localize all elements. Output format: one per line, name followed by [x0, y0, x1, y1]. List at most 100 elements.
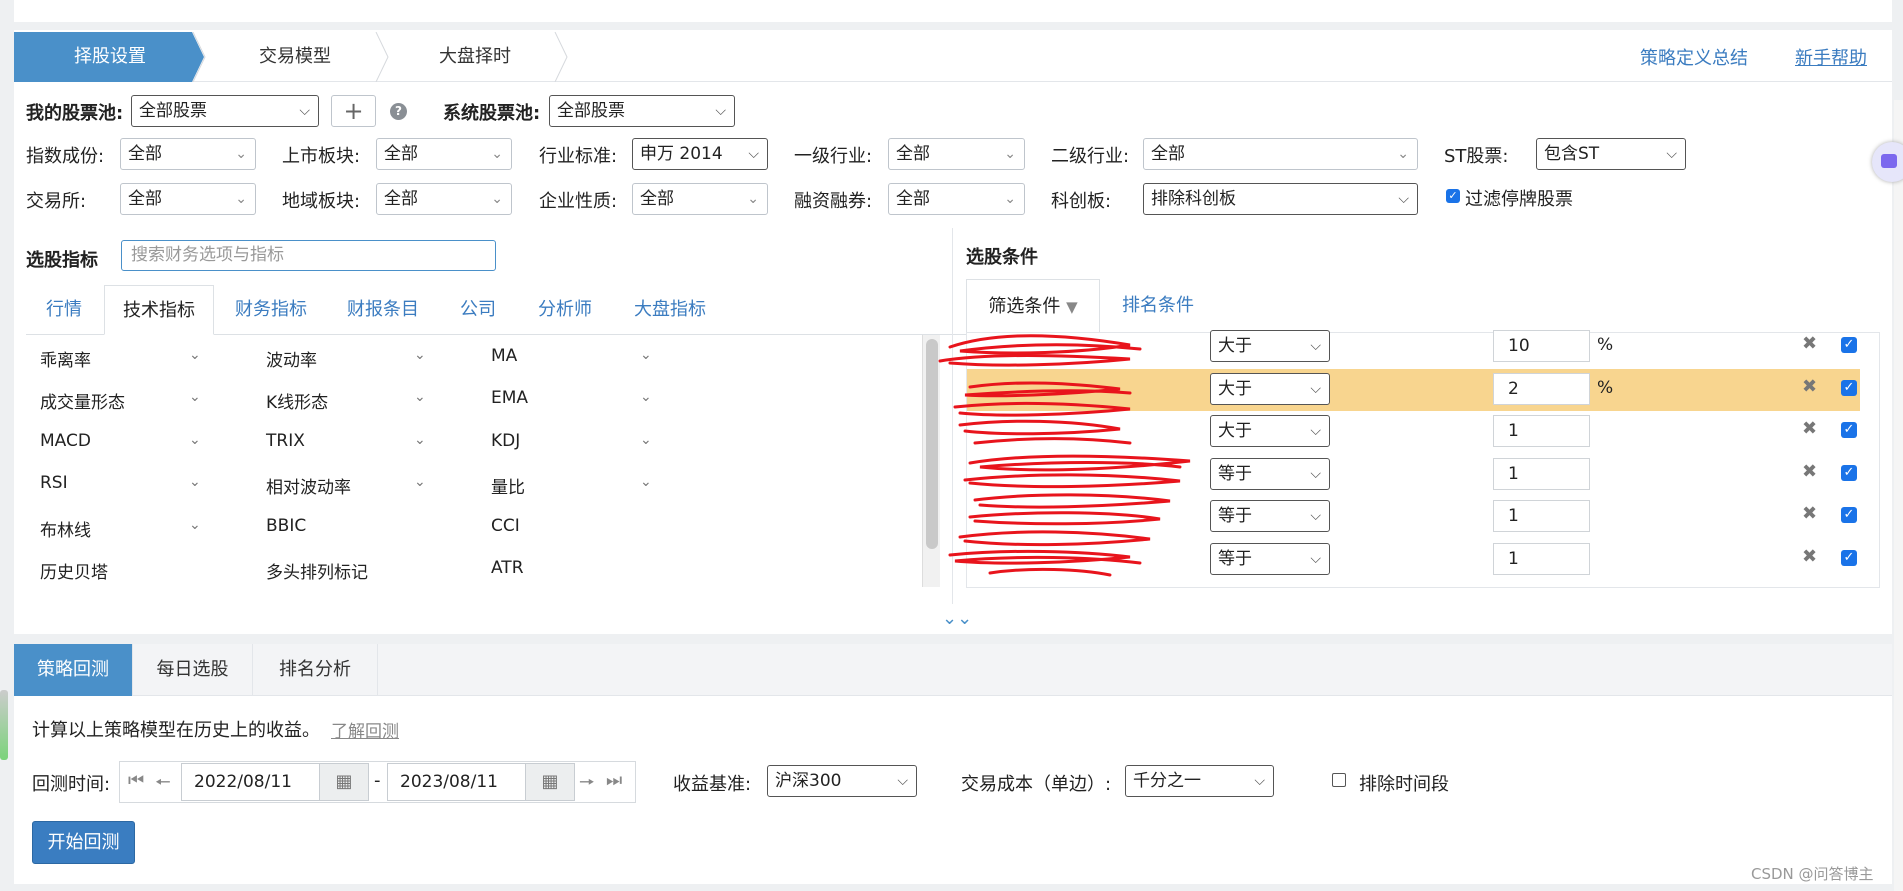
condition-operator-select[interactable]: 大于 ⌵ — [1210, 373, 1330, 405]
level1-industry-select[interactable]: 全部 ⌄ — [888, 138, 1025, 170]
arrow-left-icon[interactable]: 🠔 — [155, 770, 171, 800]
enable-checkbox[interactable]: ✓ — [1841, 507, 1857, 523]
delete-icon[interactable]: ✖ — [1802, 418, 1817, 439]
condition-operator-select[interactable]: 等于 ⌵ — [1210, 500, 1330, 532]
chevron-down-icon[interactable]: ⌄ — [640, 389, 652, 405]
step-stock-selection[interactable]: 择股设置 — [14, 32, 204, 82]
tab-financial[interactable]: 财务指标 — [226, 285, 316, 335]
enable-checkbox[interactable]: ✓ — [1841, 380, 1857, 396]
indicator-item[interactable]: CCI — [491, 516, 520, 536]
indicator-item[interactable]: 历史贝塔 — [40, 558, 108, 583]
enterprise-type-select[interactable]: 全部 ⌄ — [632, 183, 768, 215]
calendar-icon[interactable]: ▦ — [319, 763, 369, 801]
chevron-down-icon[interactable]: ⌄ — [414, 432, 426, 448]
indicator-item[interactable]: MA — [491, 346, 517, 366]
calendar-icon[interactable]: ▦ — [525, 763, 575, 801]
expand-double-chevron-icon[interactable]: ⌄⌄ — [942, 608, 972, 629]
indicator-search-input[interactable]: 搜索财务选项与指标 — [121, 240, 496, 271]
indicator-item[interactable]: 量比 — [491, 473, 525, 498]
tab-report-items[interactable]: 财报条目 — [337, 285, 429, 335]
filter-suspended-checkbox[interactable]: ✓ — [1446, 189, 1460, 203]
chevron-down-icon[interactable]: ⌄ — [189, 347, 201, 363]
tab-market-index[interactable]: 大盘指标 — [626, 285, 714, 335]
tab-strategy-backtest[interactable]: 策略回测 — [14, 644, 133, 696]
arrow-right-icon[interactable]: 🠖 — [579, 770, 595, 800]
indicator-item[interactable]: 多头排列标记 — [266, 558, 368, 583]
indicator-item[interactable]: 相对波动率 — [266, 473, 351, 498]
chevron-down-icon[interactable]: ⌄ — [640, 347, 652, 363]
chevron-down-icon[interactable]: ⌄ — [189, 432, 201, 448]
tab-market[interactable]: 行情 — [32, 285, 96, 335]
chevron-down-icon[interactable]: ⌄ — [640, 474, 652, 490]
delete-icon[interactable]: ✖ — [1802, 546, 1817, 567]
system-stock-pool-select[interactable]: 全部股票 ⌵ — [549, 95, 735, 127]
last-icon[interactable]: ⏭ — [606, 770, 622, 791]
chevron-down-icon[interactable]: ⌄ — [189, 389, 201, 405]
start-date-input[interactable]: 2022/08/11 — [181, 763, 321, 801]
level2-industry-select[interactable]: 全部 ⌄ — [1143, 138, 1418, 170]
chevron-down-icon[interactable]: ⌄ — [414, 347, 426, 363]
chevron-down-icon[interactable]: ⌄ — [189, 474, 201, 490]
first-icon[interactable]: ⏮ — [128, 770, 144, 791]
st-stock-select[interactable]: 包含ST ⌵ — [1536, 138, 1686, 170]
condition-value-input[interactable]: 1 — [1493, 500, 1590, 532]
page-scrollbar[interactable] — [1894, 100, 1903, 891]
delete-icon[interactable]: ✖ — [1802, 503, 1817, 524]
trade-cost-select[interactable]: 千分之一 ⌵ — [1125, 765, 1274, 797]
indicator-item[interactable]: TRIX — [266, 431, 305, 451]
condition-operator-select[interactable]: 大于 ⌵ — [1210, 330, 1330, 362]
indicator-item[interactable]: KDJ — [491, 431, 520, 451]
tab-company[interactable]: 公司 — [450, 285, 506, 335]
enable-checkbox[interactable]: ✓ — [1841, 465, 1857, 481]
condition-value-input[interactable]: 1 — [1493, 543, 1590, 575]
condition-value-input[interactable]: 2 — [1493, 373, 1590, 405]
strategy-summary-link[interactable]: 策略定义总结 — [1640, 44, 1748, 70]
region-board-select[interactable]: 全部 ⌄ — [376, 183, 512, 215]
indicator-item[interactable]: ATR — [491, 558, 524, 578]
indicator-item[interactable]: 成交量形态 — [40, 388, 125, 413]
indicator-item[interactable]: RSI — [40, 473, 68, 493]
condition-value-input[interactable]: 1 — [1493, 458, 1590, 490]
exclude-period-checkbox[interactable] — [1332, 773, 1346, 787]
tab-analyst[interactable]: 分析师 — [527, 285, 603, 335]
enable-checkbox[interactable]: ✓ — [1841, 422, 1857, 438]
indicator-item[interactable]: 波动率 — [266, 346, 317, 371]
delete-icon[interactable]: ✖ — [1802, 376, 1817, 397]
listing-board-select[interactable]: 全部 ⌄ — [376, 138, 512, 170]
step-market-timing[interactable]: 大盘择时 — [390, 32, 560, 82]
delete-icon[interactable]: ✖ — [1802, 461, 1817, 482]
tab-technical[interactable]: 技术指标 — [104, 285, 214, 335]
indicator-item[interactable]: 布林线 — [40, 516, 91, 541]
exchange-select[interactable]: 全部 ⌄ — [120, 183, 256, 215]
margin-trading-select[interactable]: 全部 ⌄ — [888, 183, 1025, 215]
condition-operator-select[interactable]: 大于 ⌵ — [1210, 415, 1330, 447]
condition-value-input[interactable]: 10 — [1493, 330, 1590, 362]
help-icon[interactable]: ? — [390, 103, 407, 120]
learn-backtest-link[interactable]: 了解回测 — [331, 717, 399, 742]
add-pool-button[interactable]: + — [331, 95, 376, 127]
indicator-item[interactable]: MACD — [40, 431, 91, 451]
tab-ranking-analysis[interactable]: 排名分析 — [253, 644, 378, 696]
chevron-down-icon[interactable]: ⌄ — [640, 432, 652, 448]
index-component-select[interactable]: 全部 ⌄ — [120, 138, 256, 170]
beginner-help-link[interactable]: 新手帮助 — [1795, 44, 1867, 70]
my-stock-pool-select[interactable]: 全部股票 ⌵ — [131, 95, 319, 127]
start-backtest-button[interactable]: 开始回测 — [32, 821, 135, 864]
industry-standard-select[interactable]: 申万 2014 ⌵ — [632, 138, 768, 170]
condition-operator-select[interactable]: 等于 ⌵ — [1210, 543, 1330, 575]
star-market-select[interactable]: 排除科创板 ⌵ — [1143, 183, 1418, 215]
chevron-down-icon[interactable]: ⌄ — [414, 474, 426, 490]
enable-checkbox[interactable]: ✓ — [1841, 550, 1857, 566]
chevron-down-icon[interactable]: ⌄ — [189, 517, 201, 533]
end-date-input[interactable]: 2023/08/11 — [387, 763, 527, 801]
enable-checkbox[interactable]: ✓ — [1841, 337, 1857, 353]
condition-operator-select[interactable]: 等于 ⌵ — [1210, 458, 1330, 490]
delete-icon[interactable]: ✖ — [1802, 333, 1817, 354]
indicator-item[interactable]: 乖离率 — [40, 346, 91, 371]
indicator-item[interactable]: EMA — [491, 388, 528, 408]
condition-value-input[interactable]: 1 — [1493, 415, 1590, 447]
indicator-item[interactable]: BBIC — [266, 516, 306, 536]
indicator-item[interactable]: K线形态 — [266, 388, 328, 413]
step-trade-model[interactable]: 交易模型 — [210, 32, 380, 82]
chevron-down-icon[interactable]: ⌄ — [414, 389, 426, 405]
